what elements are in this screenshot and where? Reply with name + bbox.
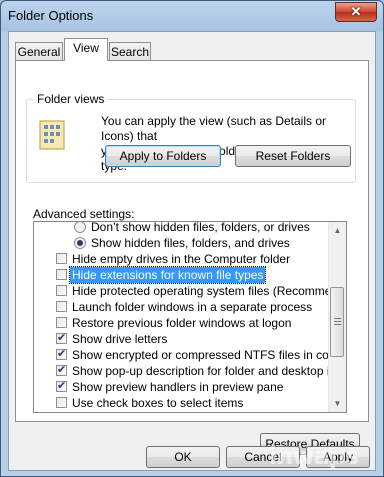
vertical-scrollbar[interactable]: ▲ ▼ bbox=[328, 222, 346, 412]
folder-views-description-line1: You can apply the view (such as Details … bbox=[101, 114, 327, 143]
watermark-logo: inwaps bbox=[269, 442, 359, 470]
folder-views-group: Folder views You can apply the view (suc… bbox=[26, 92, 356, 183]
checkbox-use-check-boxes[interactable] bbox=[56, 397, 67, 408]
folder-options-window: Folder Options ✕ General View Search Fol… bbox=[0, 0, 384, 477]
checkbox-hide-empty-drives[interactable] bbox=[56, 253, 67, 264]
apply-to-folders-button[interactable]: Apply to Folders bbox=[105, 145, 221, 167]
title-bar[interactable]: Folder Options ✕ bbox=[1, 1, 383, 31]
folder-views-label: Folder views bbox=[35, 92, 107, 106]
scroll-up-icon[interactable]: ▲ bbox=[329, 222, 346, 239]
ok-button[interactable]: OK bbox=[146, 446, 220, 468]
checkbox-show-drive-letters[interactable] bbox=[56, 330, 67, 346]
list-item-label: Hide protected operating system files (R… bbox=[72, 284, 347, 298]
list-item-label: Don’t show hidden files, folders, or dri… bbox=[91, 221, 310, 234]
list-item-label: Use check boxes to select items bbox=[72, 396, 244, 410]
list-item-label: Show encrypted or compressed NTFS files … bbox=[72, 348, 343, 362]
scrollbar-thumb[interactable] bbox=[330, 287, 344, 357]
list-item-label: Show drive letters bbox=[72, 332, 168, 346]
list-item-label: Restore previous folder windows at logon bbox=[72, 316, 292, 330]
advanced-settings-list[interactable]: Don’t show hidden files, folders, or dri… bbox=[33, 221, 347, 413]
checkbox-separate-process[interactable] bbox=[56, 301, 67, 312]
view-tab-panel: Folder views You can apply the view (suc… bbox=[15, 60, 369, 455]
checkbox-show-popup-description[interactable] bbox=[56, 362, 67, 378]
advanced-settings-label: Advanced settings: bbox=[33, 207, 135, 221]
tab-search-label: Search bbox=[110, 45, 150, 59]
list-item-label: Launch folder windows in a separate proc… bbox=[72, 300, 313, 314]
list-item-label: Show preview handlers in preview pane bbox=[72, 380, 284, 394]
radio-dont-show-hidden[interactable] bbox=[74, 222, 86, 233]
dialog-client: General View Search Folder views You can… bbox=[8, 31, 376, 471]
checkbox-hide-protected-files[interactable] bbox=[56, 285, 67, 296]
close-icon: ✕ bbox=[350, 4, 362, 19]
grip-line bbox=[334, 324, 341, 325]
tab-search[interactable]: Search bbox=[109, 42, 151, 62]
grip-line bbox=[334, 321, 341, 322]
checkbox-restore-windows[interactable] bbox=[56, 317, 67, 328]
window-title: Folder Options bbox=[8, 8, 94, 23]
close-button[interactable]: ✕ bbox=[335, 2, 377, 22]
tab-general[interactable]: General bbox=[15, 42, 63, 62]
tab-general-label: General bbox=[17, 45, 61, 59]
radio-show-hidden[interactable] bbox=[74, 237, 86, 249]
list-item-label: Show hidden files, folders, and drives bbox=[91, 236, 290, 250]
grip-line bbox=[334, 318, 341, 319]
list-item-label-selected: Hide extensions for known file types bbox=[68, 266, 267, 284]
reset-folders-button[interactable]: Reset Folders bbox=[235, 145, 351, 167]
checkbox-show-preview-handlers[interactable] bbox=[56, 378, 67, 394]
tab-view[interactable]: View bbox=[64, 38, 108, 61]
folder-options-icon bbox=[39, 120, 65, 150]
checkbox-hide-extensions[interactable] bbox=[56, 269, 67, 280]
scroll-down-icon[interactable]: ▼ bbox=[329, 395, 346, 412]
list-item-label: Show pop-up description for folder and d… bbox=[72, 364, 347, 378]
tab-view-label: View bbox=[73, 41, 99, 55]
checkbox-show-encrypted-color[interactable] bbox=[56, 346, 67, 362]
list-item-label: Hide empty drives in the Computer folder bbox=[72, 252, 291, 266]
